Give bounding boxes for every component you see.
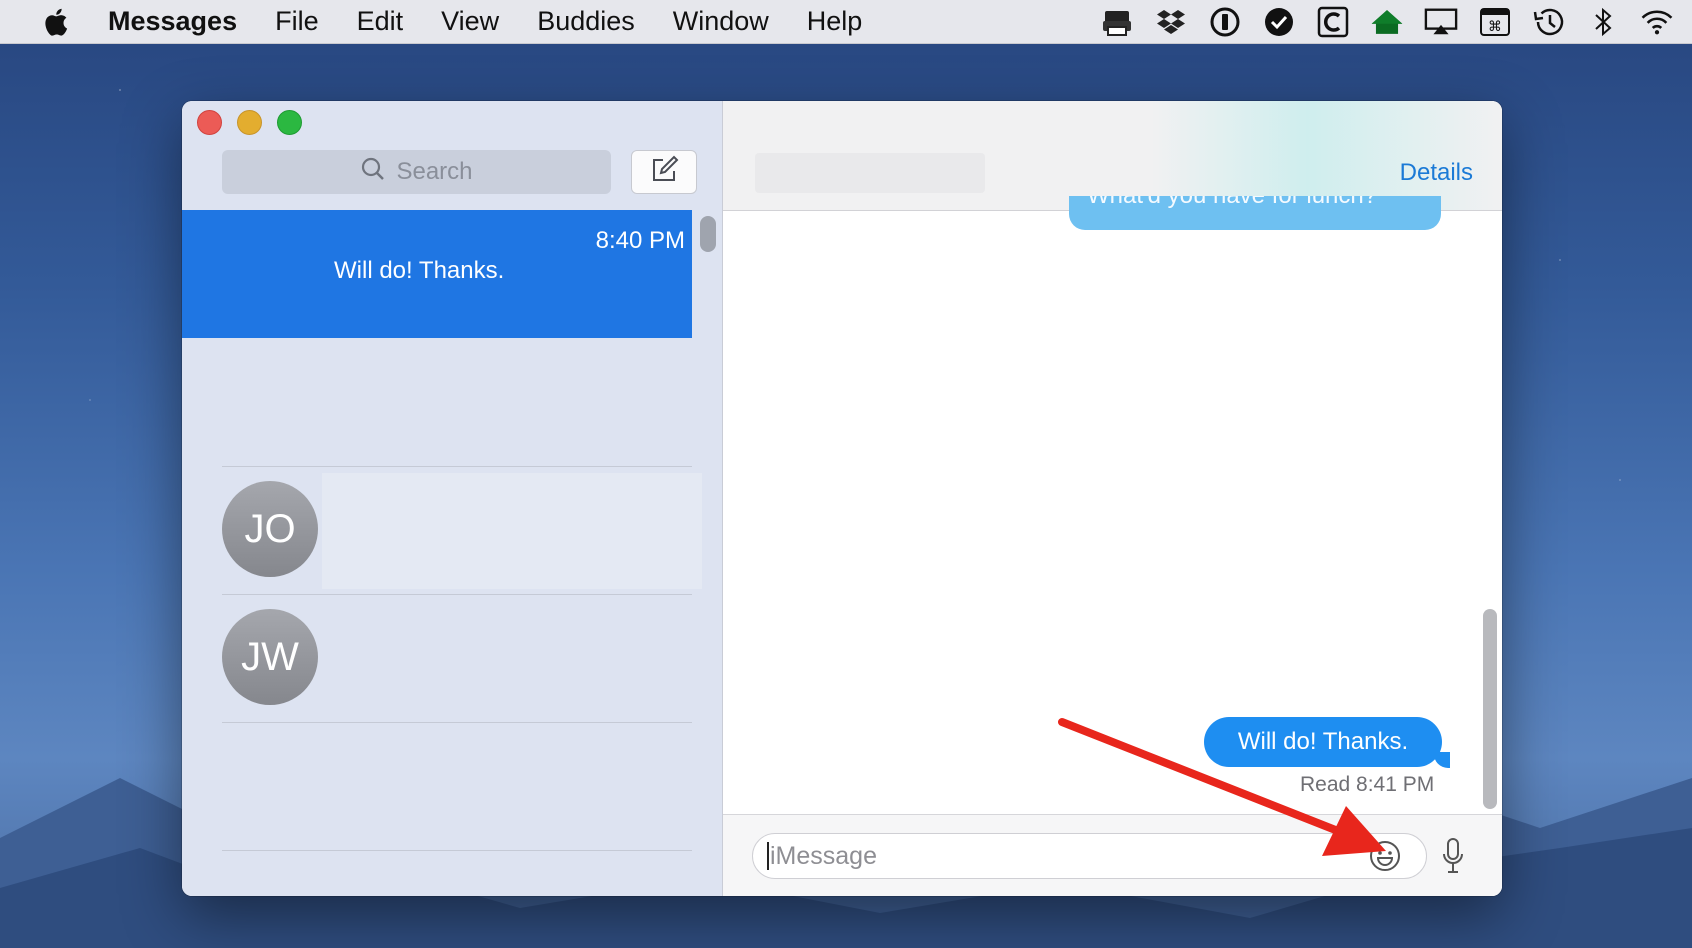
1password-icon[interactable] <box>1208 5 1242 39</box>
details-button[interactable]: Details <box>1400 159 1473 187</box>
message-input[interactable]: iMessage <box>752 833 1427 879</box>
smiley-face-icon[interactable] <box>1367 838 1403 874</box>
avatar: JO <box>222 481 318 577</box>
conversation-item-jo[interactable]: JO <box>222 466 702 594</box>
message-text: Will do! Thanks. <box>1237 728 1409 755</box>
chat-scrollbar[interactable] <box>1483 609 1497 809</box>
menu-edit[interactable]: Edit <box>357 6 404 37</box>
status-icons: ⌘ <box>1100 0 1674 44</box>
message-text: What'd you have for lunch? <box>1087 196 1377 210</box>
compose-icon <box>649 155 679 190</box>
conversation-preview-blurred <box>322 473 702 589</box>
conversation-item-blurred[interactable] <box>182 338 692 466</box>
wifi-icon[interactable] <box>1640 5 1674 39</box>
sidebar: Search 8:40 PM Will do! Thanks. JO JW <box>182 101 723 896</box>
menu-help[interactable]: Help <box>807 6 863 37</box>
search-input[interactable]: Search <box>222 150 611 194</box>
conversation-item-blurred[interactable] <box>222 722 692 850</box>
message-bubble-partial: What'd you have for lunch? <box>1069 196 1441 230</box>
compose-button[interactable] <box>631 150 697 194</box>
menu-bar: Messages File Edit View Buddies Window H… <box>0 0 1692 44</box>
avatar: JW <box>222 609 318 705</box>
svg-text:⌘: ⌘ <box>1488 19 1502 35</box>
bluetooth-icon[interactable] <box>1586 5 1620 39</box>
conversation-item-jw[interactable]: JW <box>222 594 692 722</box>
apple-logo-icon[interactable] <box>42 7 68 37</box>
text-caret <box>767 842 769 870</box>
message-bubble-outgoing: Will do! Thanks. <box>1204 717 1442 767</box>
conversation-item-selected[interactable]: 8:40 PM Will do! Thanks. <box>182 210 692 338</box>
airplay-icon[interactable] <box>1424 5 1458 39</box>
conversation-time: 8:40 PM <box>595 227 685 254</box>
recipient-name-blurred <box>755 153 985 193</box>
house-icon[interactable] <box>1370 5 1404 39</box>
menu-window[interactable]: Window <box>673 6 769 37</box>
message-input-placeholder: iMessage <box>770 841 877 870</box>
c-app-icon[interactable] <box>1316 5 1350 39</box>
menu-buddies[interactable]: Buddies <box>537 6 635 37</box>
microphone-icon[interactable] <box>1435 835 1471 877</box>
conversation-snippet: Will do! Thanks. <box>334 257 505 284</box>
dropbox-icon[interactable] <box>1154 5 1188 39</box>
menu-app-name[interactable]: Messages <box>108 6 237 37</box>
menu-view[interactable]: View <box>441 6 499 37</box>
list-divider <box>222 850 692 851</box>
chat-header: Details <box>723 101 1502 211</box>
time-machine-icon[interactable] <box>1532 5 1566 39</box>
read-receipt: Read 8:41 PM <box>1300 773 1435 796</box>
menu-file[interactable]: File <box>275 6 319 37</box>
minimize-button[interactable] <box>237 110 262 135</box>
checkmark-icon[interactable] <box>1262 5 1296 39</box>
zoom-button[interactable] <box>277 110 302 135</box>
input-bar: iMessage <box>723 814 1502 896</box>
search-placeholder: Search <box>396 158 473 185</box>
close-button[interactable] <box>197 110 222 135</box>
conversation-list: 8:40 PM Will do! Thanks. JO JW <box>182 210 702 851</box>
search-icon <box>360 156 386 189</box>
window-controls <box>197 110 302 135</box>
sidebar-scrollbar[interactable] <box>700 216 716 252</box>
keyboard-viewer-icon[interactable]: ⌘ <box>1478 5 1512 39</box>
printer-icon[interactable] <box>1100 5 1134 39</box>
